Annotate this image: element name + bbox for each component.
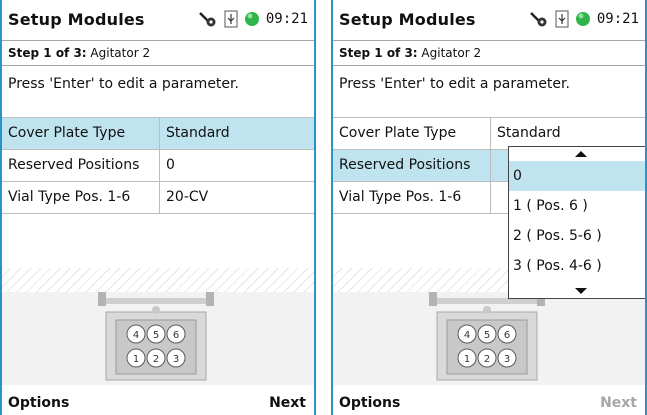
- right-screen: Setup Modules 09:21 Step 1 of 3: Agitato…: [331, 0, 647, 415]
- agitator-illustration: 4 5 6 1 2 3: [429, 292, 545, 381]
- instruction-text: Press 'Enter' to edit a parameter.: [339, 76, 570, 92]
- page-title: Setup Modules: [339, 10, 476, 29]
- vial-label: 1: [464, 354, 470, 365]
- softkey-bar: Options Next: [333, 385, 645, 415]
- vial-label: 4: [133, 330, 139, 341]
- vial-label: 1: [133, 354, 139, 365]
- dropdown-option[interactable]: 3 ( Pos. 4-6 ): [509, 251, 645, 281]
- vial-label: 2: [153, 354, 159, 365]
- next-button[interactable]: Next: [269, 395, 306, 411]
- vial-label: 6: [504, 330, 510, 341]
- agitator-graphic-area: 4 5 6 1 2 3: [2, 292, 314, 387]
- dropdown-option[interactable]: 1 ( Pos. 6 ): [509, 191, 645, 221]
- hatched-divider: [2, 268, 314, 292]
- step-number: Step 1 of 3:: [8, 46, 87, 60]
- title-bar: Setup Modules 09:21: [333, 0, 645, 40]
- parameter-name: Cover Plate Type: [2, 118, 160, 149]
- step-indicator: Step 1 of 3: Agitator 2: [2, 40, 314, 66]
- key-icon: [529, 10, 549, 28]
- status-led-icon: [244, 11, 260, 27]
- vial-label: 5: [484, 330, 490, 341]
- options-button[interactable]: Options: [339, 395, 400, 411]
- vial-label: 2: [484, 354, 490, 365]
- parameter-table: Cover Plate Type Standard Reserved Posit…: [2, 117, 314, 214]
- step-module-name: Agitator 2: [417, 46, 482, 60]
- status-icons: 09:21: [198, 10, 308, 28]
- reserved-positions-dropdown[interactable]: 0 1 ( Pos. 6 ) 2 ( Pos. 5-6 ) 3 ( Pos. 4…: [508, 146, 645, 299]
- vial-label: 3: [504, 354, 510, 365]
- status-led-icon: [575, 11, 591, 27]
- softkey-bar: Options Next: [2, 385, 314, 415]
- scroll-down-arrow-icon[interactable]: [509, 284, 645, 298]
- parameter-value: Standard: [497, 125, 561, 141]
- vial-label: 6: [173, 330, 179, 341]
- parameter-value: 0: [166, 157, 175, 173]
- next-button[interactable]: Next: [600, 395, 637, 411]
- parameter-name: Reserved Positions: [333, 150, 491, 181]
- table-row-vial-type[interactable]: Vial Type Pos. 1-6 20-CV: [2, 182, 314, 214]
- parameter-name: Vial Type Pos. 1-6: [333, 182, 491, 213]
- dropdown-option[interactable]: 0: [509, 161, 645, 191]
- clock-time: 09:21: [596, 11, 639, 27]
- usb-icon: [224, 10, 238, 28]
- key-icon: [198, 10, 218, 28]
- title-bar: Setup Modules 09:21: [2, 0, 314, 40]
- parameter-name: Reserved Positions: [2, 150, 160, 181]
- step-number: Step 1 of 3:: [339, 46, 418, 60]
- table-row-reserved-positions[interactable]: Reserved Positions 0: [2, 150, 314, 182]
- usb-icon: [555, 10, 569, 28]
- parameter-value: Standard: [166, 125, 230, 141]
- table-row-cover-plate-type[interactable]: Cover Plate Type Standard: [2, 117, 314, 150]
- vial-label: 4: [464, 330, 470, 341]
- agitator-illustration: 4 5 6 1 2 3: [98, 292, 214, 381]
- left-screen: Setup Modules 09:21 Step 1 of 3: Agitato…: [0, 0, 316, 415]
- vial-label: 3: [173, 354, 179, 365]
- parameter-value: 20-CV: [166, 189, 209, 205]
- parameter-name: Cover Plate Type: [333, 118, 491, 149]
- dropdown-option[interactable]: 2 ( Pos. 5-6 ): [509, 221, 645, 251]
- scroll-up-arrow-icon[interactable]: [509, 147, 645, 161]
- instruction-text: Press 'Enter' to edit a parameter.: [8, 76, 239, 92]
- step-module-name: Agitator 2: [86, 46, 151, 60]
- vial-label: 5: [153, 330, 159, 341]
- parameter-value: [491, 182, 497, 213]
- agitator-graphic-area: 4 5 6 1 2 3: [333, 292, 645, 387]
- parameter-name: Vial Type Pos. 1-6: [2, 182, 160, 213]
- clock-time: 09:21: [265, 11, 308, 27]
- page-title: Setup Modules: [8, 10, 145, 29]
- parameter-value: [491, 150, 497, 181]
- options-button[interactable]: Options: [8, 395, 69, 411]
- step-indicator: Step 1 of 3: Agitator 2: [333, 40, 645, 66]
- status-icons: 09:21: [529, 10, 639, 28]
